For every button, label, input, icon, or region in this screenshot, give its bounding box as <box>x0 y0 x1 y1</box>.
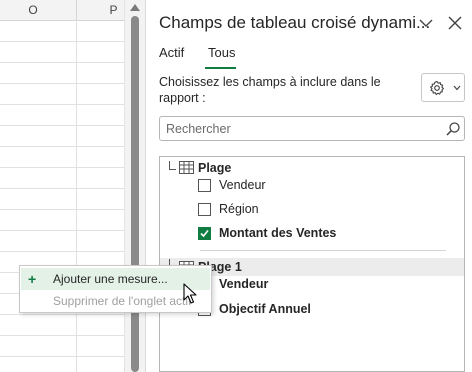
gear-icon <box>430 80 445 96</box>
vertical-scrollbar[interactable] <box>124 0 145 372</box>
grid-line <box>0 356 124 357</box>
column-header-p[interactable]: P <box>77 0 124 20</box>
field-label: Vendeur <box>219 178 266 192</box>
field-label: Objectif Annuel <box>219 302 311 316</box>
pane-title: Champs de tableau croisé dynami... <box>159 13 431 32</box>
grid-line <box>0 146 124 147</box>
menu-item-label: Supprimer de l'onglet actif <box>53 294 192 308</box>
plus-icon: + <box>28 271 37 287</box>
grid-line <box>76 20 77 372</box>
field-list[interactable]: Plage Vendeur Région Montant des Ventes <box>159 156 465 372</box>
chevron-down-icon <box>453 85 461 91</box>
grid-line <box>0 251 124 252</box>
tab-actif[interactable]: Actif <box>159 45 184 60</box>
search-input[interactable] <box>166 120 436 137</box>
field-checkbox[interactable] <box>198 203 211 216</box>
spreadsheet-grid[interactable]: O P <box>0 0 124 372</box>
grid-line <box>0 62 124 63</box>
scrollbar-thumb[interactable] <box>131 16 139 372</box>
tools-settings-button[interactable] <box>421 73 465 102</box>
close-icon[interactable] <box>446 14 464 32</box>
grid-line <box>0 230 124 231</box>
grid-line <box>0 41 124 42</box>
tab-tous[interactable]: Tous <box>208 45 235 60</box>
field-label: Vendeur <box>219 277 269 291</box>
pivot-table-fields-pane: Champs de tableau croisé dynami... Actif… <box>145 0 472 372</box>
field-checkbox[interactable] <box>198 179 211 192</box>
field-label: Région <box>219 202 259 216</box>
checkmark-icon <box>200 229 209 238</box>
column-label: O <box>28 3 38 17</box>
group-label-plage: Plage <box>198 161 232 175</box>
column-header-o[interactable]: O <box>0 0 77 20</box>
menu-item-remove-from-active-tab: Supprimer de l'onglet actif <box>21 290 210 312</box>
grid-line <box>0 188 124 189</box>
column-header-row: O P <box>0 0 124 21</box>
search-box[interactable] <box>159 116 465 141</box>
grid-line <box>0 335 124 336</box>
context-menu: + Ajouter une mesure... Supprimer de l'o… <box>19 265 212 313</box>
active-tab-indicator <box>205 67 236 69</box>
scroll-up-arrow-icon[interactable] <box>130 4 140 11</box>
table-icon <box>179 161 194 174</box>
grid-line <box>0 167 124 168</box>
collapse-toggle-icon[interactable] <box>169 161 176 170</box>
field-label: Montant des Ventes <box>219 226 337 240</box>
chevron-down-icon[interactable] <box>418 15 434 31</box>
grid-line <box>0 314 124 315</box>
menu-item-add-measure[interactable]: + Ajouter une mesure... <box>21 268 210 290</box>
menu-item-label: Ajouter une mesure... <box>53 272 168 286</box>
search-icon[interactable] <box>445 121 461 137</box>
choose-fields-label: Choisissez les champs à inclure dans le … <box>159 75 381 105</box>
grid-line <box>0 125 124 126</box>
grid-line <box>0 209 124 210</box>
group-divider <box>200 250 446 251</box>
grid-line <box>0 104 124 105</box>
column-label: P <box>109 3 118 17</box>
field-checkbox[interactable] <box>198 227 211 240</box>
grid-line <box>0 83 124 84</box>
